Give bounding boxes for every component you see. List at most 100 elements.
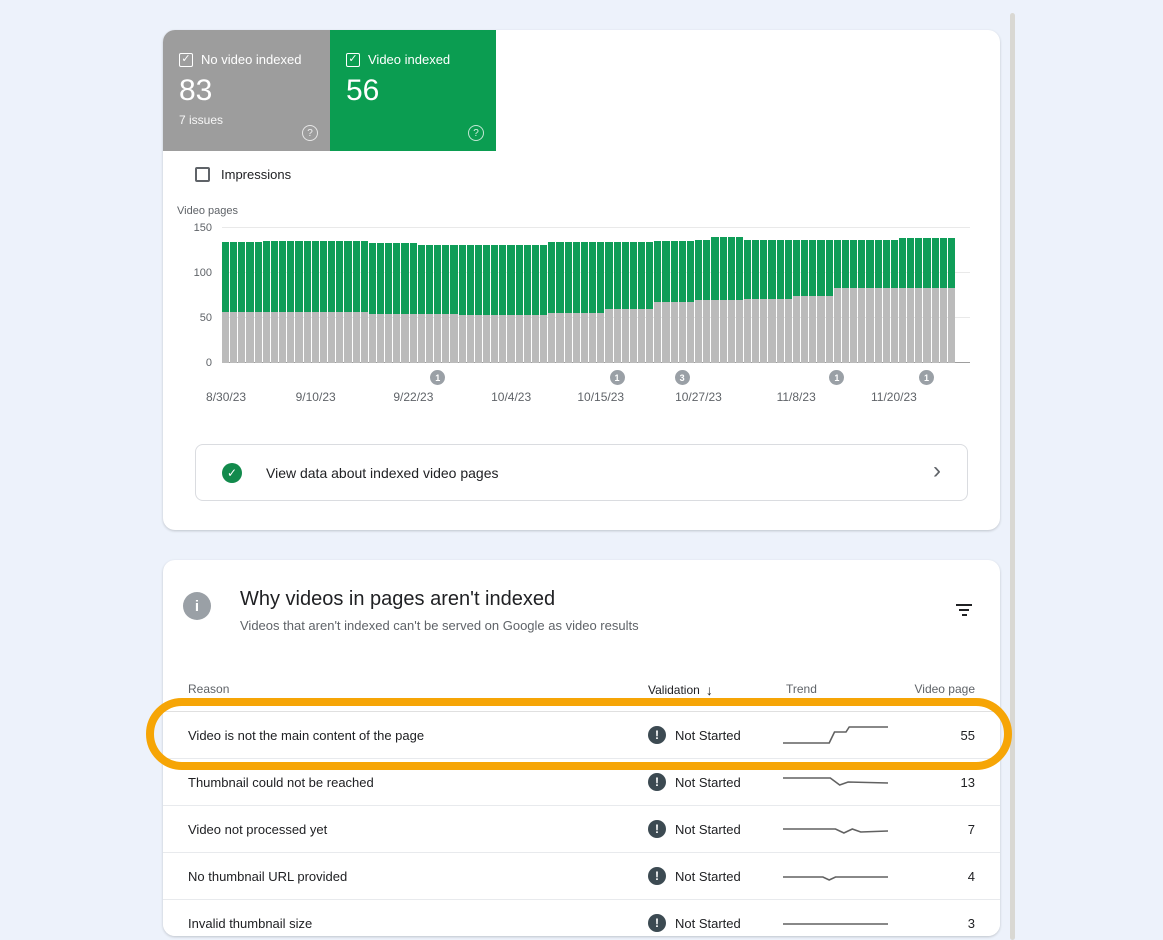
bar[interactable] — [646, 228, 653, 363]
bar[interactable] — [459, 228, 466, 363]
bar[interactable] — [654, 228, 661, 363]
bar[interactable] — [556, 228, 563, 363]
bar[interactable] — [393, 228, 400, 363]
bar[interactable] — [499, 228, 506, 363]
bar[interactable] — [752, 228, 759, 363]
milestone-marker[interactable]: 3 — [675, 370, 690, 385]
bar[interactable] — [507, 228, 514, 363]
milestone-marker[interactable]: 1 — [610, 370, 625, 385]
column-header-validation[interactable]: Validation ↓ — [648, 682, 713, 698]
bar[interactable] — [238, 228, 245, 363]
bar[interactable] — [312, 228, 319, 363]
table-row[interactable]: Invalid thumbnail size!Not Started3 — [163, 900, 1000, 936]
chevron-right-icon[interactable]: › — [933, 459, 941, 483]
column-header-video-page[interactable]: Video page — [914, 682, 975, 696]
bar[interactable] — [711, 228, 718, 363]
bar[interactable] — [850, 228, 857, 363]
bar[interactable] — [671, 228, 678, 363]
milestone-marker[interactable]: 1 — [919, 370, 934, 385]
bar[interactable] — [426, 228, 433, 363]
tab-video-indexed[interactable]: ✓ Video indexed 56 ? — [330, 30, 496, 151]
table-row[interactable]: Video is not the main content of the pag… — [163, 712, 1000, 759]
scrollbar[interactable] — [1010, 13, 1015, 940]
column-header-reason[interactable]: Reason — [188, 682, 229, 696]
bar[interactable] — [866, 228, 873, 363]
bar[interactable] — [720, 228, 727, 363]
bar[interactable] — [524, 228, 531, 363]
help-icon[interactable]: ? — [302, 125, 318, 141]
bar[interactable] — [434, 228, 441, 363]
bar[interactable] — [923, 228, 930, 363]
bar[interactable] — [858, 228, 865, 363]
bar[interactable] — [638, 228, 645, 363]
table-row[interactable]: No thumbnail URL provided!Not Started4 — [163, 853, 1000, 900]
video-indexed-checkbox[interactable]: ✓ — [346, 53, 360, 67]
bar[interactable] — [328, 228, 335, 363]
bar[interactable] — [728, 228, 735, 363]
tab-no-video-indexed[interactable]: ✓ No video indexed 83 7 issues ? — [163, 30, 330, 151]
bar[interactable] — [295, 228, 302, 363]
bar[interactable] — [401, 228, 408, 363]
bar[interactable] — [687, 228, 694, 363]
bar[interactable] — [565, 228, 572, 363]
bar[interactable] — [369, 228, 376, 363]
bar[interactable] — [736, 228, 743, 363]
bar[interactable] — [279, 228, 286, 363]
bar[interactable] — [948, 228, 955, 363]
bar[interactable] — [915, 228, 922, 363]
bar[interactable] — [467, 228, 474, 363]
impressions-checkbox[interactable] — [195, 167, 210, 182]
help-icon[interactable]: ? — [468, 125, 484, 141]
no-video-indexed-checkbox[interactable]: ✓ — [179, 53, 193, 67]
view-indexed-data-banner[interactable]: ✓ View data about indexed video pages › — [195, 444, 968, 501]
bar[interactable] — [695, 228, 702, 363]
bar[interactable] — [255, 228, 262, 363]
bar[interactable] — [516, 228, 523, 363]
bar[interactable] — [344, 228, 351, 363]
bar[interactable] — [817, 228, 824, 363]
bar[interactable] — [932, 228, 939, 363]
bar[interactable] — [785, 228, 792, 363]
bar[interactable] — [777, 228, 784, 363]
table-row[interactable]: Thumbnail could not be reached!Not Start… — [163, 759, 1000, 806]
bar[interactable] — [793, 228, 800, 363]
bar[interactable] — [548, 228, 555, 363]
column-header-trend[interactable]: Trend — [786, 682, 817, 696]
bar[interactable] — [532, 228, 539, 363]
bar[interactable] — [230, 228, 237, 363]
bar[interactable] — [483, 228, 490, 363]
milestone-marker[interactable]: 1 — [829, 370, 844, 385]
bar[interactable] — [410, 228, 417, 363]
bar[interactable] — [573, 228, 580, 363]
bar[interactable] — [760, 228, 767, 363]
bar[interactable] — [450, 228, 457, 363]
bar[interactable] — [589, 228, 596, 363]
bar[interactable] — [801, 228, 808, 363]
impressions-toggle[interactable]: Impressions — [195, 167, 291, 182]
bar[interactable] — [581, 228, 588, 363]
bar[interactable] — [662, 228, 669, 363]
bar[interactable] — [385, 228, 392, 363]
bar[interactable] — [246, 228, 253, 363]
bar[interactable] — [442, 228, 449, 363]
bar[interactable] — [891, 228, 898, 363]
bar[interactable] — [271, 228, 278, 363]
filter-icon[interactable] — [954, 602, 974, 622]
bar[interactable] — [940, 228, 947, 363]
bar[interactable] — [834, 228, 841, 363]
bar[interactable] — [353, 228, 360, 363]
bar[interactable] — [842, 228, 849, 363]
bar[interactable] — [320, 228, 327, 363]
table-row[interactable]: Video not processed yet!Not Started7 — [163, 806, 1000, 853]
bar[interactable] — [826, 228, 833, 363]
bar[interactable] — [540, 228, 547, 363]
bar[interactable] — [304, 228, 311, 363]
bar[interactable] — [418, 228, 425, 363]
bar[interactable] — [899, 228, 906, 363]
bar[interactable] — [703, 228, 710, 363]
bar[interactable] — [287, 228, 294, 363]
bar[interactable] — [907, 228, 914, 363]
bar[interactable] — [263, 228, 270, 363]
bar[interactable] — [605, 228, 612, 363]
bar[interactable] — [614, 228, 621, 363]
